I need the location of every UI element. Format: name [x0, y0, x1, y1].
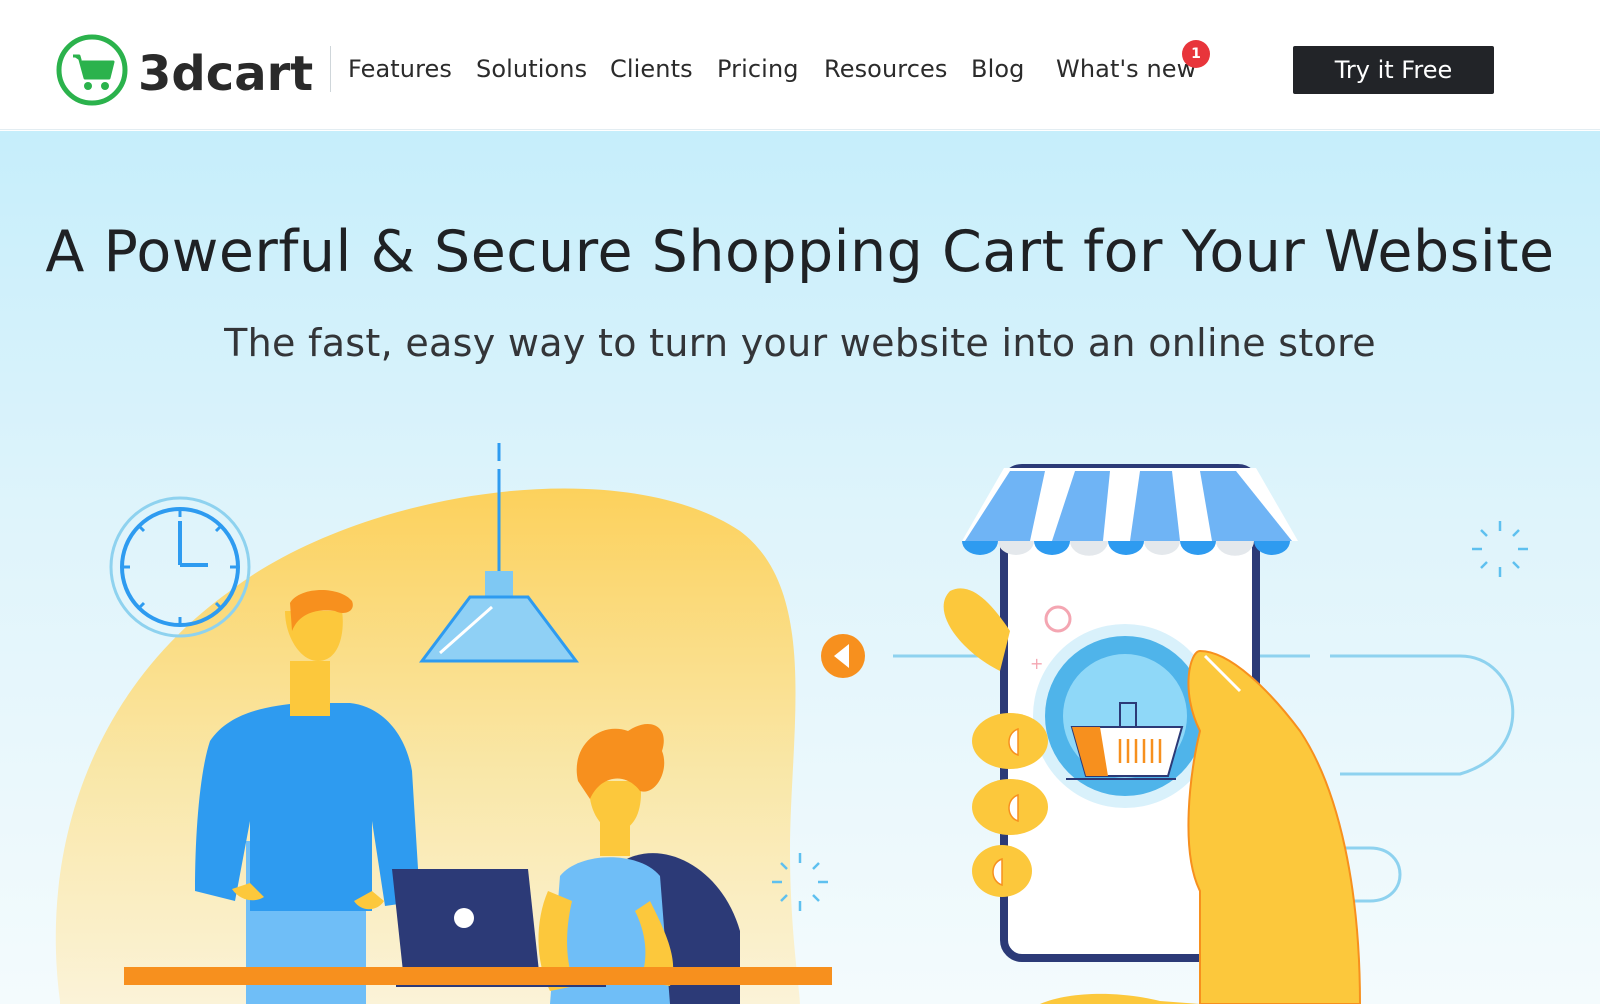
nav-blog[interactable]: Blog: [971, 55, 1024, 83]
brand-wordmark: 3dcart: [138, 46, 313, 102]
notification-badge: 1: [1182, 40, 1210, 68]
site-header: 3dcart Features Solutions Clients Pricin…: [0, 0, 1600, 130]
nav-solutions[interactable]: Solutions: [476, 55, 587, 83]
logo-divider: [330, 46, 331, 92]
storefront-awning-icon: [962, 468, 1298, 556]
svg-text:+: +: [1030, 654, 1043, 673]
hero-subtitle: The fast, easy way to turn your website …: [224, 321, 1376, 365]
shopping-cart-icon: [73, 54, 115, 90]
logo[interactable]: 3dcart: [55, 32, 315, 108]
try-free-button[interactable]: Try it Free: [1293, 46, 1494, 94]
hero-section: + A Powerful & Secure Shopping Cart for …: [0, 131, 1600, 1004]
nav-pricing[interactable]: Pricing: [717, 55, 799, 83]
desk: [124, 967, 832, 985]
nav-features[interactable]: Features: [348, 55, 452, 83]
nav-whats-new[interactable]: What's new: [1056, 55, 1196, 83]
nav-clients[interactable]: Clients: [610, 55, 693, 83]
play-icon[interactable]: [821, 634, 865, 678]
sparkle-decoration-right: [1472, 521, 1528, 577]
nav-resources[interactable]: Resources: [824, 55, 947, 83]
clock-icon: [109, 496, 251, 638]
hero-title: A Powerful & Secure Shopping Cart for Yo…: [45, 219, 1555, 285]
